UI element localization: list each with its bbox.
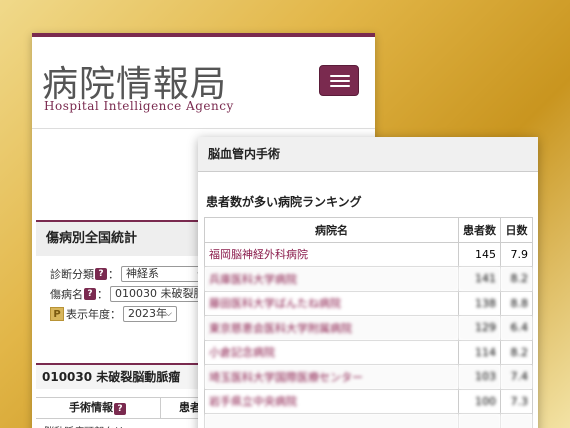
menu-line bbox=[330, 75, 350, 77]
patient-count bbox=[458, 413, 501, 428]
premium-badge-icon: P bbox=[50, 307, 64, 321]
patient-count: 114 bbox=[458, 339, 501, 365]
year-row: P 表示年度： 2023年 ⌵ bbox=[50, 306, 177, 322]
hospital-link[interactable]: 埼玉医科大学国際医療センター bbox=[204, 364, 459, 390]
days-header: 日数 bbox=[500, 217, 533, 243]
category-select[interactable]: 神経系 ⌵ bbox=[121, 266, 209, 282]
stay-days: 8.2 bbox=[500, 339, 533, 365]
menu-line bbox=[330, 85, 350, 87]
patient-count: 129 bbox=[458, 315, 501, 341]
stay-days: 8.2 bbox=[500, 266, 533, 292]
ranking-table: 病院名 患者数 日数 福岡脳神経外科病院 145 7.9 兵庫医科大学病院 14… bbox=[204, 217, 533, 428]
stay-days: 7.3 bbox=[500, 388, 533, 414]
year-select-value: 2023年 bbox=[128, 307, 167, 320]
ranking-row: 埼玉医科大学国際医療センター 103 7.4 bbox=[204, 364, 533, 390]
hospital-link[interactable]: 小倉記念病院 bbox=[204, 339, 459, 365]
category-select-value: 神経系 bbox=[126, 267, 159, 280]
patient-count: 145 bbox=[458, 241, 501, 267]
disease-row: 傷病名 ? ： 010030 未破裂脳動 bbox=[50, 286, 220, 302]
ranking-row: 福岡脳神経外科病院 145 7.9 bbox=[204, 241, 533, 267]
hospital-link[interactable] bbox=[204, 413, 459, 428]
stay-days: 7.4 bbox=[500, 364, 533, 390]
menu-line bbox=[330, 80, 350, 82]
help-icon[interactable]: ? bbox=[114, 403, 126, 415]
category-label: 診断分類 bbox=[50, 268, 94, 281]
ranking-row: 東京慈恵会医科大学附属病院 129 6.4 bbox=[204, 315, 533, 341]
patient-count: 138 bbox=[458, 290, 501, 316]
stay-days: 6.4 bbox=[500, 315, 533, 341]
patient-count: 100 bbox=[458, 388, 501, 414]
stay-days: 7.9 bbox=[500, 241, 533, 267]
hospital-link[interactable]: 兵庫医科大学病院 bbox=[204, 266, 459, 292]
stay-days: 8.8 bbox=[500, 290, 533, 316]
surgery-info-header: 手術情報? bbox=[36, 398, 161, 418]
hospital-link[interactable]: 福岡脳神経外科病院 bbox=[204, 241, 459, 267]
ranking-card: 脳血管内手術 患者数が多い病院ランキング 病院名 患者数 日数 福岡脳神経外科病… bbox=[198, 137, 538, 428]
help-icon[interactable]: ? bbox=[95, 268, 107, 280]
patient-count: 103 bbox=[458, 364, 501, 390]
ranking-title: 患者数が多い病院ランキング bbox=[206, 195, 362, 209]
section-title: 脳血管内手術 bbox=[198, 137, 538, 172]
chevron-down-icon: ⌵ bbox=[165, 309, 172, 319]
hospital-link[interactable]: 東京慈恵会医科大学附属病院 bbox=[204, 315, 459, 341]
year-select[interactable]: 2023年 ⌵ bbox=[123, 306, 177, 322]
hospital-name-header: 病院名 bbox=[204, 217, 459, 243]
patient-count: 141 bbox=[458, 266, 501, 292]
ranking-row bbox=[204, 413, 533, 428]
patients-header: 患者数 bbox=[458, 217, 501, 243]
site-header: 病院情報局 Hospital Intelligence Agency bbox=[32, 37, 375, 129]
ranking-table-header: 病院名 患者数 日数 bbox=[204, 217, 533, 243]
menu-icon[interactable] bbox=[319, 65, 359, 96]
disease-label: 傷病名 bbox=[50, 288, 83, 301]
ranking-row: 藤田医科大学ばんたね病院 138 8.8 bbox=[204, 290, 533, 316]
ranking-row: 岩手県立中央病院 100 7.3 bbox=[204, 388, 533, 414]
hospital-link[interactable]: 岩手県立中央病院 bbox=[204, 388, 459, 414]
ranking-row: 兵庫医科大学病院 141 8.2 bbox=[204, 266, 533, 292]
ranking-row: 小倉記念病院 114 8.2 bbox=[204, 339, 533, 365]
year-label: 表示年度： bbox=[66, 308, 121, 321]
help-icon[interactable]: ? bbox=[84, 288, 96, 300]
logo-english: Hospital Intelligence Agency bbox=[44, 99, 234, 113]
hospital-link[interactable]: 藤田医科大学ばんたね病院 bbox=[204, 290, 459, 316]
category-row: 診断分類 ? ： 神経系 ⌵ bbox=[50, 266, 209, 282]
stay-days bbox=[500, 413, 533, 428]
